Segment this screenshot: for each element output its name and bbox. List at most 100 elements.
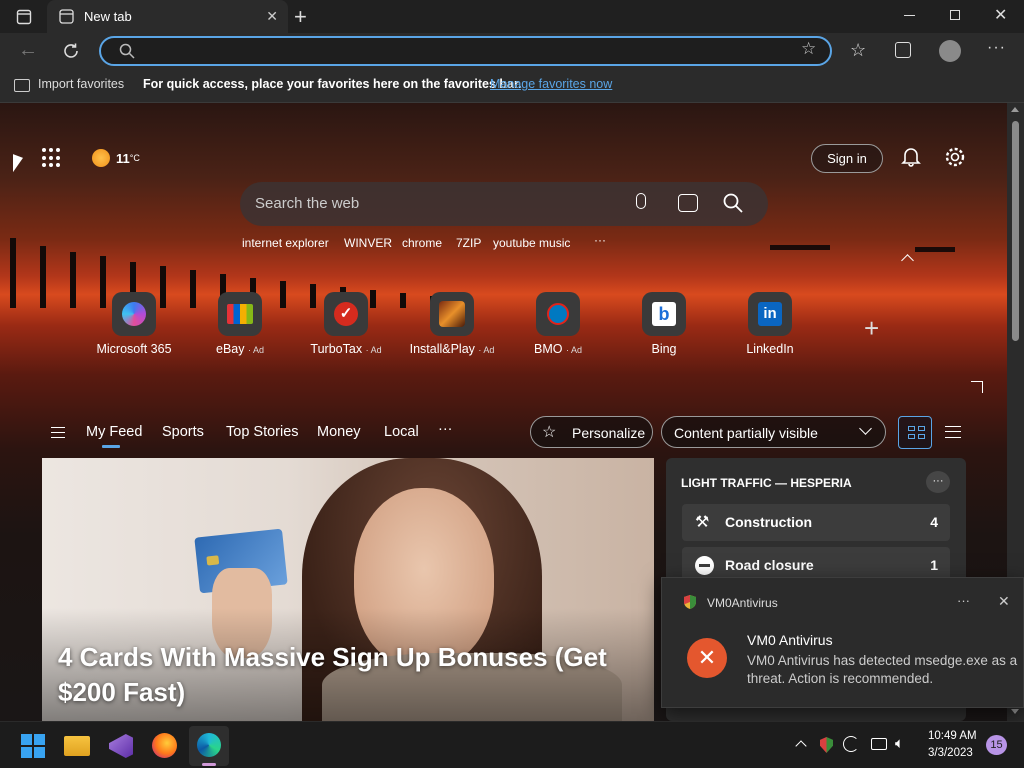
add-quick-link-button[interactable]: + [864, 313, 879, 344]
grid-icon [908, 426, 915, 431]
defender-shield-icon[interactable] [820, 737, 833, 753]
quick-link-label: Microsoft 365 [96, 342, 172, 356]
profile-avatar[interactable] [939, 40, 961, 62]
clock-time[interactable]: 10:49 AM [928, 730, 977, 742]
manage-favorites-link[interactable]: Manage favorites now [490, 77, 612, 91]
scrollbar-thumb[interactable] [1012, 121, 1019, 341]
settings-more-button[interactable]: ··· [987, 39, 1006, 57]
feed-tab-local[interactable]: Local [384, 424, 419, 440]
minimize-button[interactable] [904, 15, 915, 16]
ebay-icon [227, 304, 253, 324]
visual-studio-icon[interactable] [109, 734, 133, 758]
notification-title: VM0 Antivirus [747, 632, 833, 648]
construction-icon: ⚒ [695, 514, 710, 531]
grid-layout-button[interactable] [898, 416, 932, 449]
page-settings-gear-icon[interactable] [944, 146, 966, 173]
search-suggestion[interactable]: WINVER [344, 236, 392, 250]
traffic-more-button[interactable]: ··· [926, 471, 950, 493]
notification-more-button[interactable]: ··· [957, 593, 970, 608]
back-button[interactable]: ← [18, 39, 38, 62]
search-suggestion[interactable]: internet explorer [242, 236, 329, 250]
web-search-input[interactable]: Search the web [255, 195, 359, 212]
apps-launcher-icon[interactable] [42, 148, 62, 168]
tab-title: New tab [84, 9, 132, 24]
traffic-row-construction[interactable]: ⚒ Construction 4 [682, 504, 950, 541]
traffic-row-count: 1 [930, 557, 938, 573]
favorites-button[interactable]: ☆ [850, 40, 866, 61]
content-visibility-dropdown[interactable]: Content partially visible [661, 416, 886, 448]
quick-link-install-play[interactable] [430, 292, 474, 336]
search-suggestion[interactable]: youtube music [493, 236, 570, 250]
firefox-icon[interactable] [152, 733, 177, 758]
expand-icon[interactable] [971, 381, 983, 393]
weather-widget[interactable]: 11 °C [92, 148, 140, 168]
content-visibility-value: Content partially visible [674, 425, 818, 441]
feed-more-button[interactable]: ··· [438, 421, 453, 437]
personalize-icon: ☆ [542, 424, 557, 441]
search-submit-icon[interactable] [722, 192, 744, 219]
quick-link-label: LinkedIn [746, 342, 794, 356]
import-favorites-button[interactable]: Import favorites [38, 77, 124, 91]
volume-icon[interactable]: 🔈︎ [895, 735, 904, 752]
more-suggestions-button[interactable]: ··· [594, 233, 606, 247]
add-favorite-icon[interactable]: ☆ [801, 39, 816, 59]
ship-silhouette [770, 245, 830, 250]
active-tab-indicator [102, 445, 120, 448]
list-layout-icon[interactable] [945, 426, 961, 438]
sync-status-icon[interactable] [843, 736, 859, 752]
quick-link-turbotax[interactable]: ✓ [324, 292, 368, 336]
collections-button[interactable] [895, 42, 911, 58]
edge-taskbar-button[interactable] [189, 726, 229, 766]
feed-menu-icon[interactable] [51, 427, 65, 438]
address-bar[interactable]: ☆ [99, 36, 832, 66]
weather-unit: °C [129, 153, 140, 163]
personalize-button[interactable]: ☆ Personalize [530, 416, 653, 448]
tab-new-tab[interactable]: New tab ✕ [47, 0, 288, 33]
notification-close-button[interactable]: ✕ [998, 593, 1010, 610]
turbotax-icon: ✓ [334, 302, 358, 326]
visual-search-icon[interactable] [678, 194, 698, 212]
search-suggestion[interactable]: chrome [402, 236, 442, 250]
chevron-down-icon [859, 422, 872, 435]
search-icon [119, 43, 135, 64]
close-window-button[interactable]: ✕ [994, 5, 1007, 25]
file-explorer-icon[interactable] [64, 736, 90, 756]
feed-tab-money[interactable]: Money [317, 424, 361, 440]
network-icon[interactable] [871, 738, 887, 750]
quick-link-linkedin[interactable]: in [748, 292, 792, 336]
quick-link-ebay[interactable] [218, 292, 262, 336]
refresh-button[interactable] [60, 40, 82, 62]
search-suggestion[interactable]: 7ZIP [456, 236, 481, 250]
quick-link-microsoft-365[interactable] [112, 292, 156, 336]
new-tab-button[interactable]: + [294, 4, 307, 30]
tab-actions-icon[interactable] [14, 7, 34, 27]
notification-count-badge[interactable]: 15 [986, 735, 1007, 755]
scroll-up-arrow[interactable] [1011, 107, 1019, 112]
quick-link-label: Install&Play · Ad [409, 342, 495, 356]
web-search-box[interactable]: Search the web [240, 182, 768, 226]
quick-link-bing[interactable]: b [642, 292, 686, 336]
clock-date[interactable]: 3/3/2023 [928, 747, 973, 759]
voice-search-icon[interactable] [636, 193, 646, 209]
windows-start-icon[interactable] [21, 734, 45, 758]
bing-icon: b [652, 302, 676, 326]
close-tab-icon[interactable]: ✕ [266, 8, 278, 25]
restore-button[interactable] [950, 10, 960, 20]
antivirus-notification[interactable]: VM0Antivirus ··· ✕ ✕ VM0 Antivirus VM0 A… [661, 577, 1024, 708]
personalize-label: Personalize [572, 425, 646, 441]
notifications-bell-icon[interactable] [900, 145, 922, 172]
sign-in-button[interactable]: Sign in [811, 144, 883, 173]
feed-tab-sports[interactable]: Sports [162, 424, 204, 440]
feed-tab-top-stories[interactable]: Top Stories [226, 424, 299, 440]
show-hidden-icons-chevron[interactable] [795, 740, 807, 752]
traffic-row-label: Road closure [725, 557, 814, 573]
hero-headline[interactable]: 4 Cards With Massive Sign Up Bonuses (Ge… [58, 640, 618, 710]
sun-icon [92, 149, 110, 167]
shield-icon [683, 594, 697, 615]
feed-tab-my-feed[interactable]: My Feed [86, 424, 142, 440]
hero-news-card[interactable]: 4 Cards With Massive Sign Up Bonuses (Ge… [42, 458, 654, 721]
quick-link-bmo[interactable] [536, 292, 580, 336]
scroll-down-arrow[interactable] [1011, 709, 1019, 714]
traffic-title: LIGHT TRAFFIC — HESPERIA [681, 476, 852, 490]
traffic-row-count: 4 [930, 514, 938, 530]
